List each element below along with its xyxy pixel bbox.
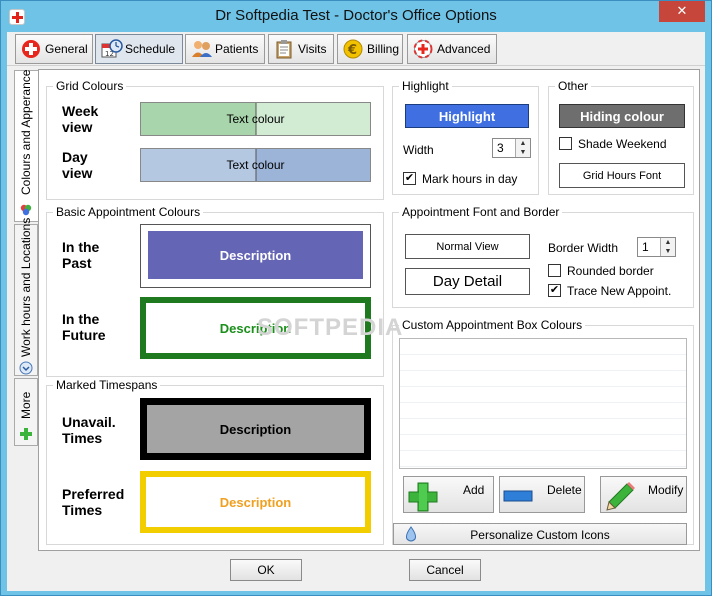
window-title: Dr Softpedia Test - Doctor's Office Opti… — [215, 7, 497, 24]
add-plus-icon — [408, 482, 438, 515]
other-title: Other — [555, 79, 592, 93]
colours-panel: Grid Colours Week view Text colour Day v… — [38, 69, 700, 551]
tab-advanced-label: Advanced — [437, 42, 491, 56]
hiding-colour-button[interactable]: Hiding colour — [559, 104, 685, 128]
side-tab-strip: Colours and Apperance Work hours and Loc… — [14, 70, 38, 550]
svg-text:€: € — [347, 43, 357, 58]
day-detail-font-button[interactable]: Day Detail — [405, 268, 530, 295]
add-button[interactable]: Add — [403, 476, 494, 513]
trace-new-checkbox[interactable]: ✔ — [548, 284, 561, 297]
font-border-group: Appointment Font and Border Normal View … — [392, 205, 694, 308]
palette-icon — [19, 203, 33, 217]
past-preview-frame: Description — [140, 224, 371, 288]
rounded-border-label: Rounded border — [567, 264, 654, 278]
past-appointment-colour[interactable]: Description — [148, 231, 363, 279]
side-tab-colours[interactable]: Colours and Apperance — [14, 70, 38, 222]
basic-appointment-group: Basic Appointment Colours In the Past De… — [46, 205, 384, 377]
tab-visits[interactable]: Visits — [268, 34, 334, 64]
title-bar[interactable]: Dr Softpedia Test - Doctor's Office Opti… — [1, 1, 711, 32]
preferred-times-colour[interactable]: Description — [140, 471, 371, 533]
delete-minus-icon — [503, 490, 533, 505]
tab-general-label: General — [45, 42, 88, 56]
future-appointment-colour[interactable]: Description — [140, 297, 371, 359]
red-cross-icon — [21, 39, 41, 59]
unavail-label: Unavail. Times — [62, 414, 116, 446]
tab-advanced[interactable]: Advanced — [407, 34, 497, 64]
euro-coin-icon: € — [343, 39, 363, 59]
highlight-title: Highlight — [399, 79, 452, 93]
highlight-width-spinner[interactable]: 3 ▲ ▼ — [492, 138, 531, 158]
marked-timespans-group: Marked Timespans Unavail. Times Descript… — [46, 378, 384, 545]
preferred-label: Preferred Times — [62, 486, 125, 518]
week-view-colour[interactable]: Text colour — [140, 102, 371, 136]
pencil-icon — [605, 480, 637, 515]
tab-patients-label: Patients — [215, 42, 259, 56]
grid-colours-title: Grid Colours — [53, 79, 127, 93]
trace-new-label: Trace New Appoint. — [567, 284, 672, 298]
ok-button[interactable]: OK — [230, 559, 302, 581]
options-content: Colours and Apperance Work hours and Loc… — [7, 66, 705, 553]
tab-visits-label: Visits — [298, 42, 327, 56]
border-width-spinner[interactable]: 1 ▲ ▼ — [637, 237, 676, 257]
side-tab-colours-label: Colours and Apperance — [19, 69, 33, 195]
personalize-icons-button[interactable]: Personalize Custom Icons — [393, 523, 687, 545]
dialog-footer: OK Cancel — [7, 553, 705, 591]
highlight-colour-button[interactable]: Highlight — [405, 104, 529, 128]
day-view-label: Day view — [62, 149, 93, 181]
shade-weekend-label: Shade Weekend — [578, 137, 667, 151]
tab-billing[interactable]: € Billing — [337, 34, 403, 64]
tab-general[interactable]: General — [15, 34, 93, 64]
custom-colours-list[interactable] — [399, 338, 687, 469]
tab-billing-label: Billing — [367, 42, 400, 56]
modify-button[interactable]: Modify — [600, 476, 687, 513]
grid-hours-font-button[interactable]: Grid Hours Font — [559, 163, 685, 188]
tab-schedule[interactable]: 12 Schedule — [95, 34, 183, 64]
basic-appointment-title: Basic Appointment Colours — [53, 205, 204, 219]
font-border-title: Appointment Font and Border — [399, 205, 563, 219]
unavailable-times-colour[interactable]: Description — [140, 398, 371, 460]
close-button[interactable]: ✕ — [659, 1, 705, 22]
side-tab-work-hours-label: Work hours and Locations — [19, 217, 33, 357]
highlight-group: Highlight Highlight Width 3 ▲ ▼ ✔ Mark ho… — [392, 79, 539, 195]
mark-hours-label: Mark hours in day — [422, 172, 518, 186]
spinner-arrows[interactable]: ▲ ▼ — [660, 238, 675, 256]
chevron-down-circle-icon — [19, 361, 33, 375]
clipboard-icon — [274, 39, 294, 59]
width-label: Width — [403, 143, 434, 157]
people-icon — [191, 39, 212, 59]
shade-weekend-checkbox[interactable] — [559, 137, 572, 150]
future-label: In the Future — [62, 311, 106, 343]
other-group: Other Hiding colour Shade Weekend Grid H… — [548, 79, 694, 195]
past-label: In the Past — [62, 239, 100, 271]
marked-timespans-title: Marked Timespans — [53, 378, 161, 392]
spinner-arrows[interactable]: ▲ ▼ — [515, 139, 530, 157]
grid-colours-group: Grid Colours Week view Text colour Day v… — [46, 79, 384, 200]
normal-view-font-button[interactable]: Normal View — [405, 234, 530, 259]
tab-patients[interactable]: Patients — [185, 34, 265, 64]
top-tab-bar: General 12 Schedule Patients Visits € Bi… — [7, 32, 705, 66]
week-view-label: Week view — [62, 103, 99, 135]
medical-kit-icon — [413, 39, 433, 59]
rounded-border-checkbox[interactable] — [548, 264, 561, 277]
custom-colours-group: Custom Appointment Box Colours Add Delet… — [392, 318, 694, 545]
border-width-label: Border Width — [548, 241, 619, 255]
day-view-colour[interactable]: Text colour — [140, 148, 371, 182]
mark-hours-checkbox[interactable]: ✔ — [403, 172, 416, 185]
green-plus-icon — [19, 427, 33, 441]
side-tab-work-hours[interactable]: Work hours and Locations — [14, 218, 38, 376]
options-window: Dr Softpedia Test - Doctor's Office Opti… — [0, 0, 712, 596]
delete-button[interactable]: Delete — [499, 476, 585, 513]
side-tab-more-label: More — [19, 391, 33, 419]
calendar-clock-icon: 12 — [101, 39, 123, 59]
tab-schedule-label: Schedule — [125, 42, 176, 56]
side-tab-more[interactable]: More — [14, 378, 38, 446]
cancel-button[interactable]: Cancel — [409, 559, 481, 581]
custom-colours-title: Custom Appointment Box Colours — [399, 318, 586, 332]
